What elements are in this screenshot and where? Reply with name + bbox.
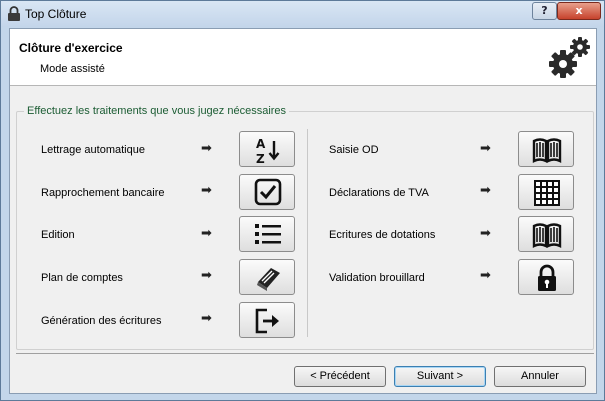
saisie-od-button[interactable] xyxy=(518,131,574,167)
label-ecritures-de-dotations: Ecritures de dotations xyxy=(329,229,436,241)
page-subtitle: Mode assisté xyxy=(40,63,105,75)
arrow-right-icon: ➡ xyxy=(480,226,491,241)
arrow-right-icon: ➡ xyxy=(201,226,212,241)
grid-icon xyxy=(534,180,560,206)
arrow-right-icon: ➡ xyxy=(480,141,491,156)
label-declarations-de-tva: Déclarations de TVA xyxy=(329,187,429,199)
label-validation-brouillard: Validation brouillard xyxy=(329,272,425,284)
open-book-icon xyxy=(532,138,562,163)
label-saisie-od: Saisie OD xyxy=(329,144,379,156)
column-separator xyxy=(307,129,308,337)
list-icon xyxy=(255,224,281,244)
generation-des-ecritures-button[interactable] xyxy=(239,302,295,338)
open-book-icon xyxy=(532,223,562,248)
close-button[interactable]: x xyxy=(557,2,601,20)
arrow-right-icon: ➡ xyxy=(480,268,491,283)
svg-text:Z: Z xyxy=(256,152,265,165)
arrow-right-icon: ➡ xyxy=(201,311,212,326)
label-generation-des-ecritures: Génération des écritures xyxy=(41,315,162,327)
arrow-right-icon: ➡ xyxy=(201,141,212,156)
label-plan-de-comptes: Plan de comptes xyxy=(41,272,123,284)
book-icon xyxy=(257,268,280,291)
export-icon xyxy=(255,308,279,334)
label-rapprochement-bancaire: Rapprochement bancaire xyxy=(41,187,165,199)
footer-separator xyxy=(16,353,594,354)
label-lettrage-automatique: Lettrage automatique xyxy=(41,144,145,156)
window-title: Top Clôture xyxy=(25,7,87,21)
edition-button[interactable] xyxy=(239,216,295,252)
help-button[interactable]: ? xyxy=(532,2,557,20)
previous-button[interactable]: < Précédent xyxy=(294,366,386,387)
rapprochement-bancaire-button[interactable] xyxy=(239,174,295,210)
padlock-icon xyxy=(538,264,556,291)
cancel-button[interactable]: Annuler xyxy=(494,366,586,387)
lettrage-automatique-button[interactable]: A Z xyxy=(239,131,295,167)
plan-de-comptes-button[interactable] xyxy=(239,259,295,295)
declarations-de-tva-button[interactable] xyxy=(518,174,574,210)
gears-icon xyxy=(549,37,590,78)
padlock-app-icon xyxy=(8,6,20,21)
arrow-right-icon: ➡ xyxy=(201,268,212,283)
ecritures-de-dotations-button[interactable] xyxy=(518,216,574,252)
dialog-window: Top Clôture ? x Clôture d'exercice Mode … xyxy=(0,0,605,401)
page-title: Clôture d'exercice xyxy=(19,41,123,55)
label-edition: Edition xyxy=(41,229,75,241)
svg-text:A: A xyxy=(256,137,266,151)
dialog-client: Clôture d'exercice Mode assisté Effectue… xyxy=(9,28,597,394)
validation-brouillard-button[interactable] xyxy=(518,259,574,295)
title-bar: Top Clôture ? x xyxy=(1,1,604,27)
sort-az-icon: A Z xyxy=(256,137,280,165)
wizard-header: Clôture d'exercice Mode assisté xyxy=(10,29,596,86)
arrow-right-icon: ➡ xyxy=(480,183,491,198)
next-button[interactable]: Suivant > xyxy=(394,366,486,387)
group-label: Effectuez les traitements que vous jugez… xyxy=(24,105,290,117)
checkbox-icon xyxy=(254,178,282,206)
arrow-right-icon: ➡ xyxy=(201,183,212,198)
